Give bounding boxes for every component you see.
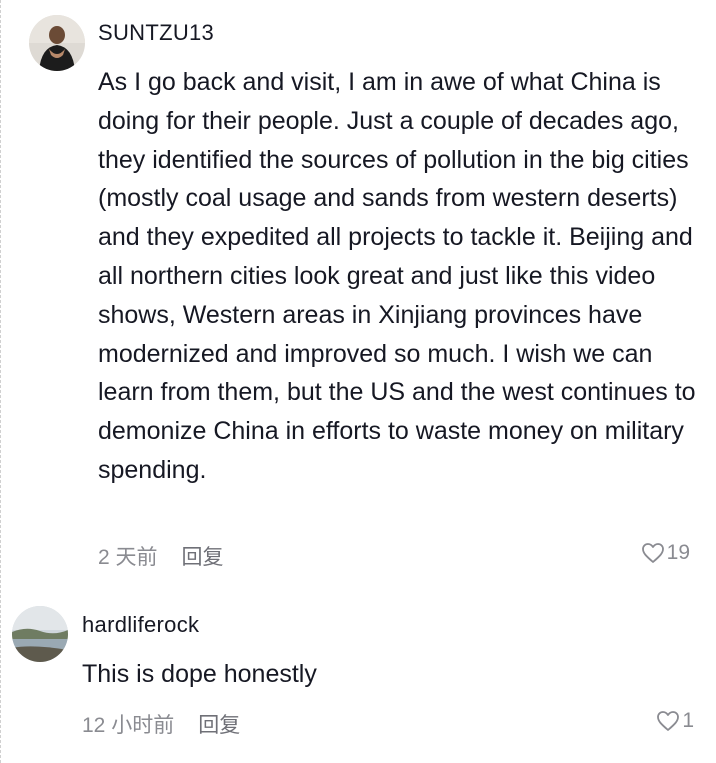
reply-button[interactable]: 回复 — [198, 709, 240, 739]
reply-button[interactable]: 回复 — [182, 541, 224, 571]
like-button[interactable]: 1 — [656, 709, 694, 733]
comment-meta: 12 小时前 回复 — [82, 709, 240, 739]
like-count: 19 — [666, 541, 690, 564]
heart-outline-icon — [641, 543, 664, 563]
timestamp: 2 天前 — [98, 546, 158, 569]
like-button[interactable]: 19 — [641, 541, 690, 565]
avatar[interactable] — [12, 606, 68, 662]
username[interactable]: hardliferock — [82, 612, 199, 638]
comment-meta: 2 天前 回复 — [98, 541, 224, 571]
comment-item: SUNTZU13 As I go back and visit, I am in… — [0, 0, 716, 590]
timestamp: 12 小时前 — [82, 714, 175, 737]
username[interactable]: SUNTZU13 — [98, 20, 214, 46]
heart-outline-icon — [657, 711, 680, 731]
avatar[interactable] — [29, 15, 85, 71]
comment-text: This is dope honestly — [82, 660, 317, 688]
like-count: 1 — [682, 709, 694, 732]
comment-item: hardliferock This is dope honestly 12 小时… — [0, 590, 716, 763]
comment-text: As I go back and visit, I am in awe of w… — [98, 68, 696, 484]
